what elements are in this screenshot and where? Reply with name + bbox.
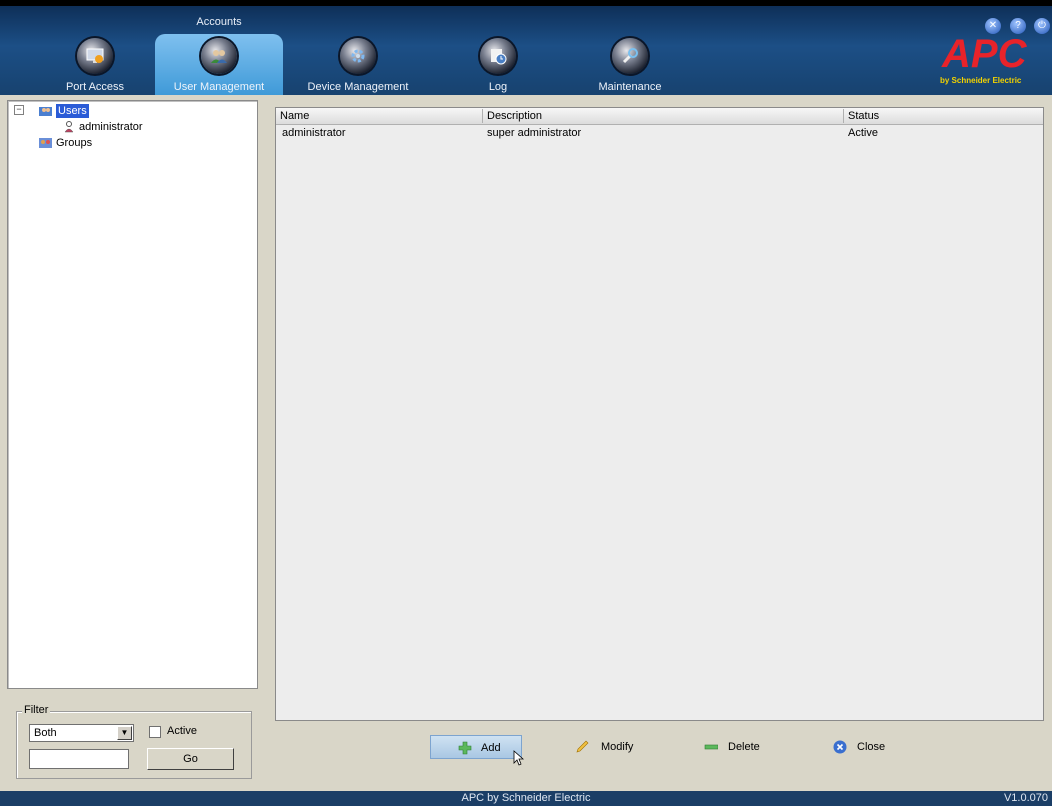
tab-user-management[interactable]: User Management: [155, 34, 283, 95]
help-icon[interactable]: ?: [1010, 18, 1026, 34]
users-table: Name Description Status administrator su…: [275, 107, 1044, 721]
cell-description: super administrator: [487, 127, 582, 139]
chevron-down-icon[interactable]: ▼: [117, 726, 132, 740]
active-label: Active: [167, 725, 197, 737]
users-icon: [201, 38, 237, 74]
section-label: Accounts: [196, 16, 242, 28]
tab-device-management[interactable]: Device Management: [302, 34, 414, 95]
header-bar: Accounts Port Access User Management Dev…: [0, 0, 1052, 95]
wrench-icon: [612, 38, 648, 74]
active-checkbox[interactable]: [149, 726, 161, 738]
add-label: Add: [481, 742, 501, 754]
tree-item-label: Users: [56, 104, 89, 118]
cell-status: Active: [848, 127, 878, 139]
apc-logo: APC: [941, 34, 1028, 70]
delete-button[interactable]: Delete: [704, 735, 774, 759]
add-button[interactable]: Add: [430, 735, 522, 759]
tab-label: Maintenance: [598, 81, 662, 93]
column-header-description[interactable]: Description: [482, 109, 842, 123]
collapse-toggle[interactable]: −: [14, 105, 24, 115]
tab-maintenance[interactable]: Maintenance: [590, 34, 670, 95]
tab-label: User Management: [173, 81, 265, 93]
modify-button[interactable]: Modify: [575, 735, 645, 759]
tab-log[interactable]: Log: [470, 34, 526, 95]
tab-label: Device Management: [307, 81, 409, 93]
status-bar: APC by Schneider Electric V1.0.070: [0, 791, 1052, 806]
minus-icon: [704, 744, 718, 750]
tab-port-access[interactable]: Port Access: [40, 34, 150, 95]
plus-icon: [458, 741, 472, 755]
gear-network-icon: [340, 38, 376, 74]
tree-item-label: administrator: [79, 121, 143, 133]
brand-subtext: by Schneider Electric: [940, 76, 1022, 85]
users-folder-icon: [39, 107, 52, 116]
close-circle-icon: [833, 740, 847, 754]
log-clock-icon: [480, 38, 516, 74]
tab-label: Log: [488, 81, 508, 93]
filter-select-value: Both: [34, 727, 57, 739]
close-icon[interactable]: ✕: [985, 18, 1001, 34]
filter-select[interactable]: Both ▼: [29, 724, 134, 742]
cell-name: administrator: [282, 127, 346, 139]
user-tree: − Users administrator Groups: [7, 100, 258, 689]
column-header-status[interactable]: Status: [843, 109, 1043, 123]
version-label: V1.0.070: [1003, 792, 1048, 804]
user-icon: [64, 121, 74, 133]
table-row[interactable]: administrator super administrator Active: [276, 126, 1043, 140]
app-window: Accounts Port Access User Management Dev…: [0, 0, 1052, 806]
close-label: Close: [857, 741, 886, 753]
tab-label: Port Access: [65, 81, 125, 93]
filter-input[interactable]: [29, 749, 129, 769]
tree-item-label: Groups: [56, 137, 93, 149]
go-button[interactable]: Go: [147, 748, 234, 770]
groups-icon: [39, 138, 52, 148]
pencil-icon: [576, 740, 589, 753]
filter-title: Filter: [22, 704, 51, 716]
close-button[interactable]: Close: [833, 735, 903, 759]
footer-brand: APC by Schneider Electric: [461, 792, 591, 804]
table-header: Name Description Status: [276, 108, 1043, 125]
cursor-icon: [513, 750, 525, 766]
svg-text:APC: APC: [941, 34, 1028, 70]
monitor-icon: [77, 38, 113, 74]
column-header-name[interactable]: Name: [276, 109, 480, 123]
logout-icon[interactable]: ⏻: [1034, 18, 1050, 34]
modify-label: Modify: [601, 741, 634, 753]
delete-label: Delete: [728, 741, 760, 753]
